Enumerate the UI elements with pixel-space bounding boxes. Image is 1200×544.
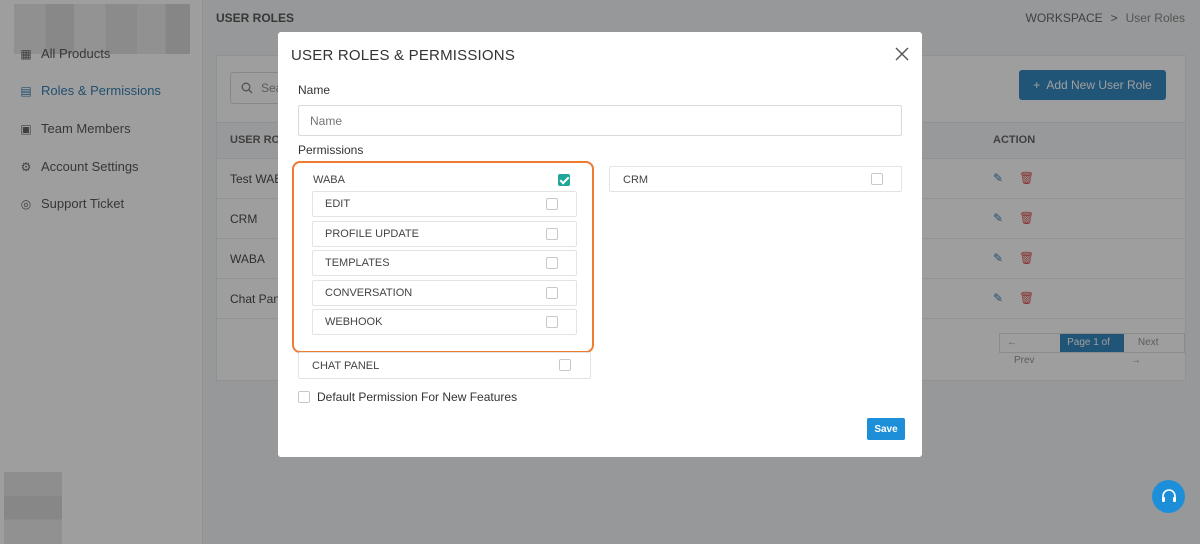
permission-group-waba[interactable]: WABA — [299, 166, 591, 192]
name-input[interactable] — [298, 105, 902, 136]
permission-label: EDIT — [325, 198, 351, 210]
webhook-checkbox[interactable] — [546, 316, 558, 328]
permission-label: WABA — [313, 174, 345, 186]
permission-conversation[interactable]: CONVERSATION — [312, 280, 577, 306]
help-chat-button[interactable] — [1152, 480, 1185, 513]
permission-label: PROFILE UPDATE — [325, 228, 419, 240]
permission-label: WEBHOOK — [325, 316, 383, 328]
crm-checkbox[interactable] — [871, 173, 883, 185]
permission-label: CRM — [623, 174, 649, 186]
permission-label: CHAT PANEL — [312, 360, 380, 372]
headset-icon — [1161, 488, 1176, 502]
default-permission-option[interactable]: Default Permission For New Features — [298, 390, 517, 404]
default-permission-label: Default Permission For New Features — [317, 390, 518, 404]
permission-label: CONVERSATION — [325, 287, 413, 299]
close-icon[interactable] — [894, 46, 910, 62]
default-permission-checkbox[interactable] — [298, 391, 310, 403]
templates-checkbox[interactable] — [546, 257, 558, 269]
permission-group-crm[interactable]: CRM — [609, 166, 902, 192]
permission-webhook[interactable]: WEBHOOK — [312, 309, 577, 335]
conversation-checkbox[interactable] — [546, 287, 558, 299]
permission-profile-update[interactable]: PROFILE UPDATE — [312, 221, 577, 247]
permissions-label: Permissions — [298, 143, 364, 157]
user-roles-permissions-modal: USER ROLES & PERMISSIONS Name Permission… — [278, 32, 922, 457]
permission-label: TEMPLATES — [325, 257, 390, 269]
profile-update-checkbox[interactable] — [546, 228, 558, 240]
edit-checkbox[interactable] — [546, 198, 558, 210]
chat-panel-checkbox[interactable] — [559, 359, 571, 371]
save-button[interactable]: Save — [867, 418, 905, 440]
waba-checkbox[interactable] — [558, 174, 570, 186]
name-label: Name — [298, 83, 331, 97]
permission-group-chat-panel[interactable]: CHAT PANEL — [298, 352, 591, 379]
modal-title: USER ROLES & PERMISSIONS — [291, 47, 516, 64]
permission-edit[interactable]: EDIT — [312, 191, 577, 217]
permission-templates[interactable]: TEMPLATES — [312, 250, 577, 276]
